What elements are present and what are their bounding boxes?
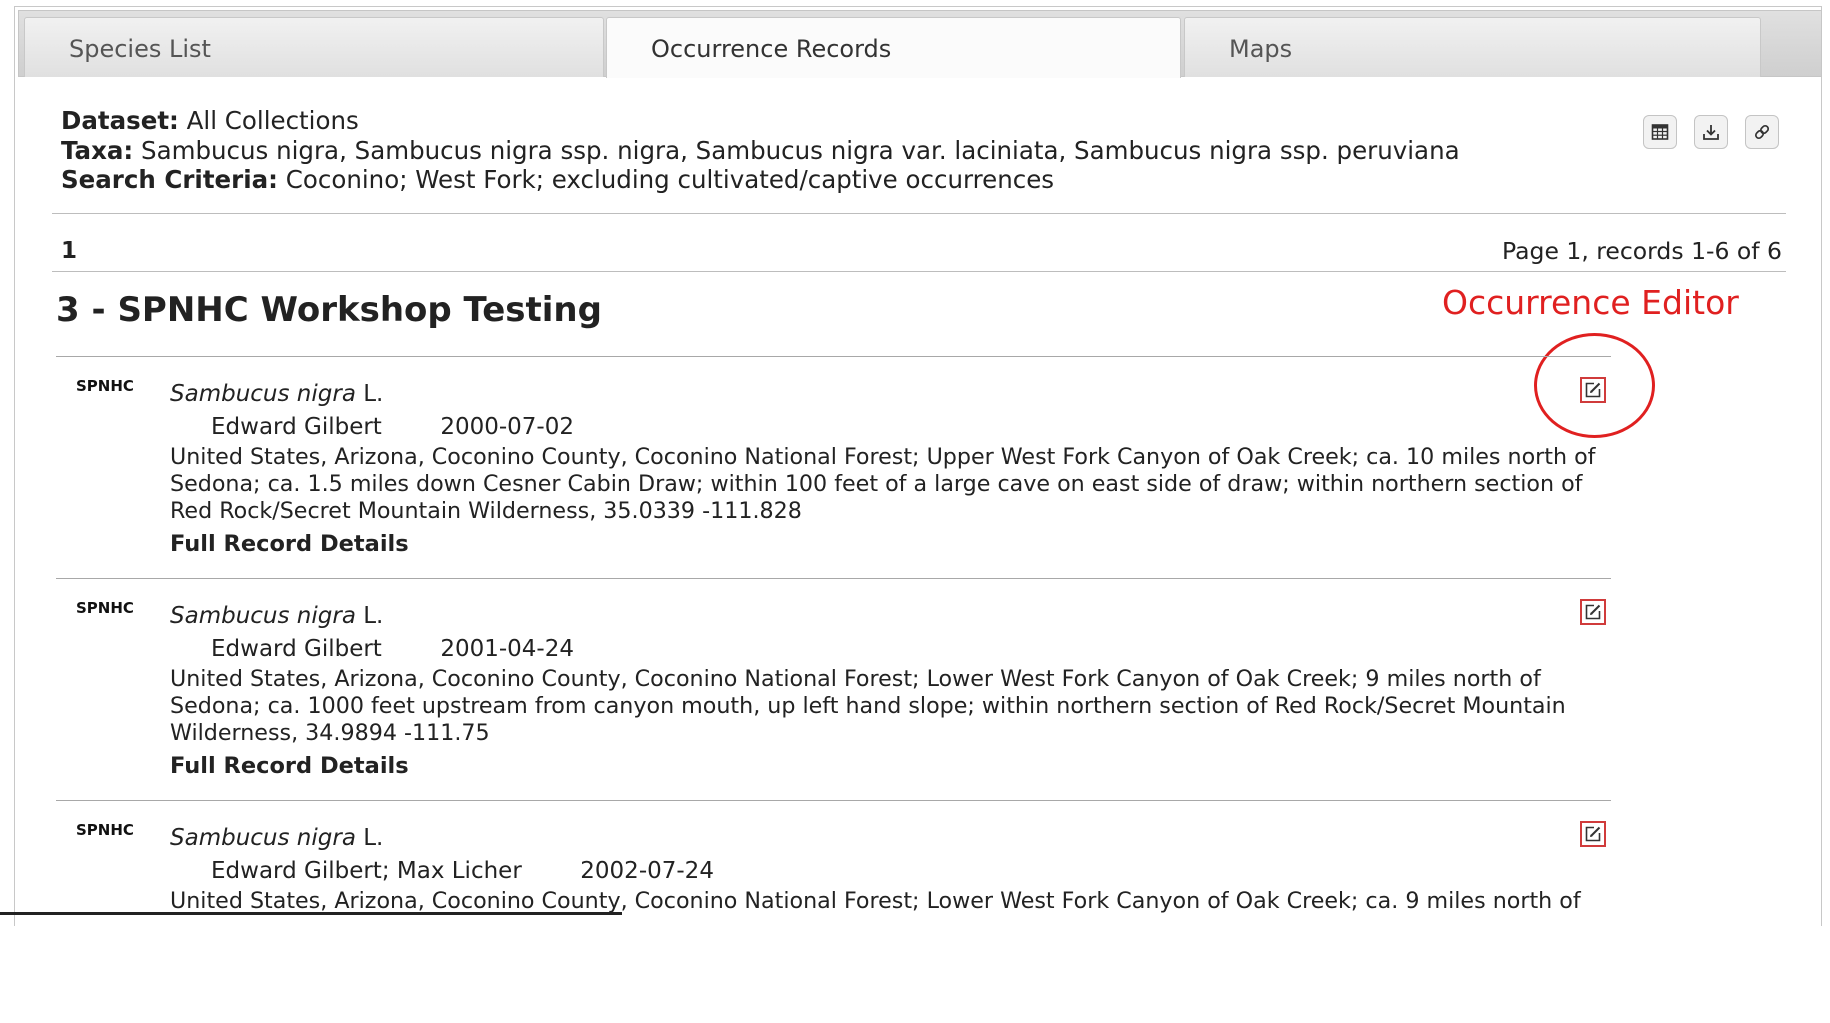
table-icon [1651, 124, 1669, 140]
divider [52, 271, 1786, 272]
taxon-name: Sambucus nigra L. [170, 381, 383, 407]
criteria-value: Coconino; West Fork; excluding cultivate… [285, 165, 1055, 194]
collector-line: Edward Gilbert 2000-07-02 [211, 414, 574, 440]
record-count: Page 1, records 1-6 of 6 [1502, 237, 1782, 265]
taxa-line: Taxa: Sambucus nigra, Sambucus nigra ssp… [61, 136, 1460, 166]
download-button[interactable] [1694, 115, 1728, 149]
full-record-details-link[interactable]: Full Record Details [170, 753, 409, 779]
edit-record-button[interactable] [1580, 377, 1606, 403]
edit-icon [1585, 826, 1601, 842]
taxon-name: Sambucus nigra L. [170, 825, 383, 851]
event-date: 2002-07-24 [580, 858, 714, 884]
table-view-button[interactable] [1643, 115, 1677, 149]
collector-line: Edward Gilbert 2001-04-24 [211, 636, 574, 662]
tab-label: Species List [69, 35, 211, 63]
link-icon [1754, 124, 1770, 140]
locality: United States, Arizona, Coconino County,… [170, 444, 1596, 524]
list-item: SPNHC Sambucus nigra L. Edward Gilbert 2… [56, 356, 1611, 579]
page-link-1[interactable]: 1 [61, 238, 77, 264]
full-record-details-link[interactable]: Full Record Details [170, 531, 409, 557]
search-summary: Dataset: All Collections Taxa: Sambucus … [61, 106, 1460, 195]
scientific-name: Sambucus nigra [170, 825, 356, 851]
edit-record-button[interactable] [1580, 821, 1606, 847]
taxon-author: L. [363, 825, 384, 851]
taxon-author: L. [363, 381, 384, 407]
collector: Edward Gilbert; Max Licher [211, 858, 522, 884]
collector: Edward Gilbert [211, 636, 382, 662]
locality: United States, Arizona, Coconino County,… [170, 666, 1566, 746]
divider [52, 213, 1786, 214]
bottom-rule [0, 912, 622, 915]
event-date: 2000-07-02 [440, 414, 574, 440]
download-icon [1703, 125, 1719, 140]
dataset-label: Dataset: [61, 106, 179, 135]
collection-title: 3 - SPNHC Workshop Testing [56, 290, 602, 330]
dataset-value: All Collections [186, 106, 359, 135]
list-item: SPNHC Sambucus nigra L. Edward Gilbert 2… [56, 578, 1611, 801]
collector: Edward Gilbert [211, 414, 382, 440]
edit-record-button[interactable] [1580, 599, 1606, 625]
edit-icon [1585, 604, 1601, 620]
taxon-name: Sambucus nigra L. [170, 603, 383, 629]
copy-link-button[interactable] [1745, 115, 1779, 149]
institution-code: SPNHC [76, 821, 134, 839]
locality: United States, Arizona, Coconino County,… [170, 888, 1581, 914]
dataset-line: Dataset: All Collections [61, 106, 1460, 136]
institution-code: SPNHC [76, 377, 134, 395]
tab-occurrence-records[interactable]: Occurrence Records [606, 17, 1181, 78]
taxa-label: Taxa: [61, 135, 134, 165]
tab-label: Maps [1229, 35, 1293, 63]
collector-line: Edward Gilbert; Max Licher 2002-07-24 [211, 858, 714, 884]
scientific-name: Sambucus nigra [170, 381, 356, 407]
edit-icon [1585, 382, 1601, 398]
criteria-line: Search Criteria: Coconino; West Fork; ex… [61, 165, 1460, 195]
scientific-name: Sambucus nigra [170, 603, 356, 629]
tab-maps[interactable]: Maps [1184, 17, 1761, 77]
event-date: 2001-04-24 [440, 636, 574, 662]
tab-label: Occurrence Records [651, 35, 892, 63]
occurrence-editor-annotation: Occurrence Editor [1442, 283, 1739, 322]
tab-species-list[interactable]: Species List [24, 17, 604, 77]
institution-code: SPNHC [76, 599, 134, 617]
taxa-value: Sambucus nigra, Sambucus nigra ssp. nigr… [141, 135, 1460, 165]
criteria-label: Search Criteria: [61, 165, 278, 194]
taxon-author: L. [363, 603, 384, 629]
